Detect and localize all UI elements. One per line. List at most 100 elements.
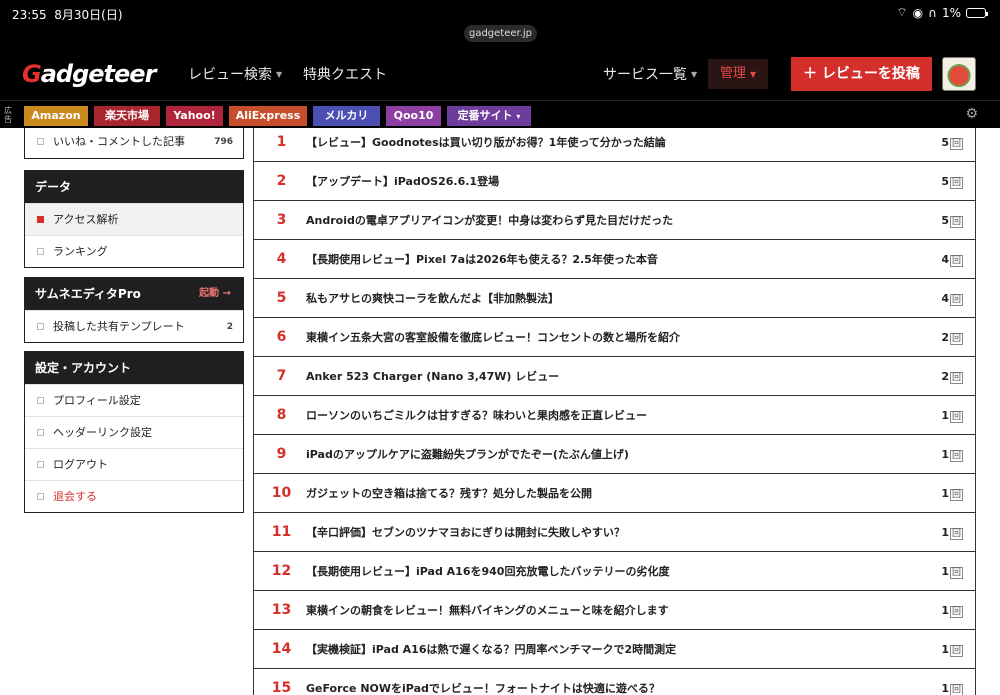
bullet-icon <box>37 216 44 223</box>
status-bar: 23:55 8月30日(日) ⌔ ◉ ∩ 1% <box>0 0 1000 26</box>
view-count: 1回 <box>941 448 963 462</box>
ranking-list: 1 【レビュー】Goodnotesは買い切り版がお得？1年使って分かった結論 5 回 2… <box>253 128 976 695</box>
view-count: 5回 <box>941 175 963 189</box>
nav-review-search[interactable]: レビュー検索 ▼ <box>188 64 282 84</box>
view-count: 1回 <box>941 565 963 579</box>
rank-number: 13 <box>271 602 292 618</box>
sidebar-box-data: データ アクセス解析 ランキング <box>24 170 244 268</box>
item-count: 796 <box>214 137 233 147</box>
ranking-row[interactable]: 2 【アップデート】iPadOS26.6.1登場 5 回 <box>254 162 975 201</box>
article-title[interactable]: iPadのアップルケアに盗難紛失プランがでたぞー(たぶん値上げ) <box>306 435 629 474</box>
ad-link-rakuten[interactable]: 楽天市場 <box>94 106 160 126</box>
nav-quest[interactable]: 特典クエスト <box>303 64 387 84</box>
view-count: 4回 <box>941 253 963 267</box>
ranking-row[interactable]: 4 【長期使用レビュー】Pixel 7aは2026年も使える？2.5年使った本音 4… <box>254 240 975 279</box>
admin-menu[interactable]: 管理 ▼ <box>708 59 768 89</box>
ranking-row[interactable]: 10 ガジェットの空き箱は捨てる？残す？処分した製品を公開 1 回 <box>254 474 975 513</box>
sidebar-heading-settings: 設定・アカウント <box>25 352 243 384</box>
ranking-row[interactable]: 14 【実機検証】iPad A16は熱で遅くなる？円周率ベンチマークで2時間測定 1… <box>254 630 975 669</box>
sidebar-item-profile[interactable]: プロフィール設定 <box>25 384 243 416</box>
ad-link-mercari[interactable]: メルカリ <box>313 106 380 126</box>
rank-number: 11 <box>271 524 292 540</box>
sidebar-item-ranking[interactable]: ランキング <box>25 235 243 267</box>
bullet-icon <box>37 138 44 145</box>
bullet-icon <box>37 323 44 330</box>
avatar[interactable] <box>942 57 976 91</box>
nav-services[interactable]: サービス一覧 ▼ <box>603 64 697 84</box>
status-icons: ⌔ ◉ ∩ 1% <box>896 5 988 20</box>
ranking-row[interactable]: 8 ローソンのいちごミルクは甘すぎる？味わいと果肉感を正直レビュー 1 回 <box>254 396 975 435</box>
bullet-icon <box>37 493 44 500</box>
view-count: 1回 <box>941 409 963 423</box>
wifi-icon: ⌔ <box>896 5 908 19</box>
gear-icon[interactable]: ⚙ <box>965 106 978 122</box>
article-title[interactable]: Anker 523 Charger (Nano 3,47W) レビュー <box>306 357 559 396</box>
ad-link-qoo10[interactable]: Qoo10 <box>386 106 441 126</box>
chevron-down-icon: ▼ <box>750 70 757 79</box>
view-count: 2回 <box>941 370 963 384</box>
article-title[interactable]: Androidの電卓アプリアイコンが変更！中身は変わらず見た目だけだった <box>306 201 673 240</box>
rank-number: 5 <box>276 290 287 306</box>
ad-link-yahoo[interactable]: Yahoo! <box>166 106 223 126</box>
rank-number: 2 <box>276 173 287 189</box>
headphones-icon: ∩ <box>928 5 937 20</box>
rank-number: 8 <box>276 407 287 423</box>
ad-bar: 広告 Amazon 楽天市場 Yahoo! AliExpress メルカリ Qo… <box>0 100 1000 128</box>
sidebar-item-header-links[interactable]: ヘッダーリンク設定 <box>25 416 243 448</box>
rank-number: 1 <box>276 134 287 150</box>
view-count: 4回 <box>941 292 963 306</box>
article-title[interactable]: 【辛口評価】セブンのツナマヨおにぎりは開封に失敗しやすい？ <box>306 513 625 552</box>
ranking-row[interactable]: 5 私もアサヒの爽快コーラを飲んだよ【非加熱製法】 4 回 <box>254 279 975 318</box>
ranking-row[interactable]: 9 iPadのアップルケアに盗難紛失プランがでたぞー(たぶん値上げ) 1 回 <box>254 435 975 474</box>
main-content: いいね・コメントした記事 796 データ アクセス解析 ランキング サムネエディ… <box>0 128 1000 695</box>
site-logo[interactable]: Gadgeteer <box>22 60 156 88</box>
article-title[interactable]: 【レビュー】Goodnotesは買い切り版がお得？1年使って分かった結論 <box>306 128 666 162</box>
sidebar-item-logout[interactable]: ログアウト <box>25 448 243 480</box>
ranking-row[interactable]: 15 GeForce NOWをiPadでレビュー！フォートナイトは快適に遊べる？ 1… <box>254 669 975 695</box>
article-title[interactable]: 東横インの朝食をレビュー！無料バイキングのメニューと味を紹介します <box>306 591 669 630</box>
ranking-row[interactable]: 1 【レビュー】Goodnotesは買い切り版がお得？1年使って分かった結論 5 回 <box>254 128 975 162</box>
chevron-down-icon: ▼ <box>691 69 698 79</box>
ranking-row[interactable]: 6 東横イン五条大宮の客室設備を徹底レビュー！コンセントの数と場所を紹介 2 回 <box>254 318 975 357</box>
bullet-icon <box>37 397 44 404</box>
post-review-button[interactable]: ＋ レビューを投稿 <box>791 57 932 91</box>
rank-number: 6 <box>276 329 287 345</box>
view-count: 5回 <box>941 214 963 228</box>
view-count: 1回 <box>941 604 963 618</box>
sidebar-heading-thumbnail-editor: サムネエディタPro 起動 → <box>25 278 243 310</box>
article-title[interactable]: 東横イン五条大宮の客室設備を徹底レビュー！コンセントの数と場所を紹介 <box>306 318 680 357</box>
article-title[interactable]: 【アップデート】iPadOS26.6.1登場 <box>306 162 499 201</box>
ranking-row[interactable]: 3 Androidの電卓アプリアイコンが変更！中身は変わらず見た目だけだった 5 回 <box>254 201 975 240</box>
ad-label: 広告 <box>4 106 12 124</box>
article-title[interactable]: 【長期使用レビュー】iPad A16を940回充放電したバッテリーの劣化度 <box>306 552 669 591</box>
sidebar-item-liked-articles[interactable]: いいね・コメントした記事 796 <box>25 128 243 158</box>
view-count: 1回 <box>941 487 963 501</box>
article-title[interactable]: 【実機検証】iPad A16は熱で遅くなる？円周率ベンチマークで2時間測定 <box>306 630 676 669</box>
article-title[interactable]: ガジェットの空き箱は捨てる？残す？処分した製品を公開 <box>306 474 592 513</box>
view-count: 1回 <box>941 526 963 540</box>
ranking-row[interactable]: 7 Anker 523 Charger (Nano 3,47W) レビュー 2 回 <box>254 357 975 396</box>
site-header: Gadgeteer レビュー検索 ▼ 特典クエスト サービス一覧 ▼ 管理 ▼ ＋ … <box>0 50 1000 98</box>
sidebar-box-thumbnail-editor: サムネエディタPro 起動 → 投稿した共有テンプレート 2 <box>24 277 244 343</box>
article-title[interactable]: ローソンのいちごミルクは甘すぎる？味わいと果肉感を正直レビュー <box>306 396 647 435</box>
ad-link-amazon[interactable]: Amazon <box>24 106 88 126</box>
sidebar-heading-data: データ <box>25 171 243 203</box>
rank-number: 12 <box>271 563 292 579</box>
sidebar-item-withdraw[interactable]: 退会する <box>25 480 243 512</box>
ranking-row[interactable]: 13 東横インの朝食をレビュー！無料バイキングのメニューと味を紹介します 1 回 <box>254 591 975 630</box>
article-title[interactable]: 【長期使用レビュー】Pixel 7aは2026年も使える？2.5年使った本音 <box>306 240 658 279</box>
ad-link-standard-sites[interactable]: 定番サイト ▾ <box>447 106 531 126</box>
ranking-row[interactable]: 12 【長期使用レビュー】iPad A16を940回充放電したバッテリーの劣化度 1… <box>254 552 975 591</box>
bullet-icon <box>37 461 44 468</box>
bullet-icon <box>37 248 44 255</box>
sidebar-item-access-analytics[interactable]: アクセス解析 <box>25 203 243 235</box>
article-title[interactable]: GeForce NOWをiPadでレビュー！フォートナイトは快適に遊べる？ <box>306 669 660 695</box>
launch-link[interactable]: 起動 → <box>199 278 231 310</box>
chevron-down-icon: ▼ <box>276 69 283 79</box>
url-bar[interactable]: gadgeteer.jp <box>464 25 537 42</box>
ad-link-aliexpress[interactable]: AliExpress <box>229 106 307 126</box>
bullet-icon <box>37 429 44 436</box>
article-title[interactable]: 私もアサヒの爽快コーラを飲んだよ【非加熱製法】 <box>306 279 559 318</box>
sidebar-item-shared-templates[interactable]: 投稿した共有テンプレート 2 <box>25 310 243 342</box>
ranking-row[interactable]: 11 【辛口評価】セブンのツナマヨおにぎりは開封に失敗しやすい？ 1 回 <box>254 513 975 552</box>
